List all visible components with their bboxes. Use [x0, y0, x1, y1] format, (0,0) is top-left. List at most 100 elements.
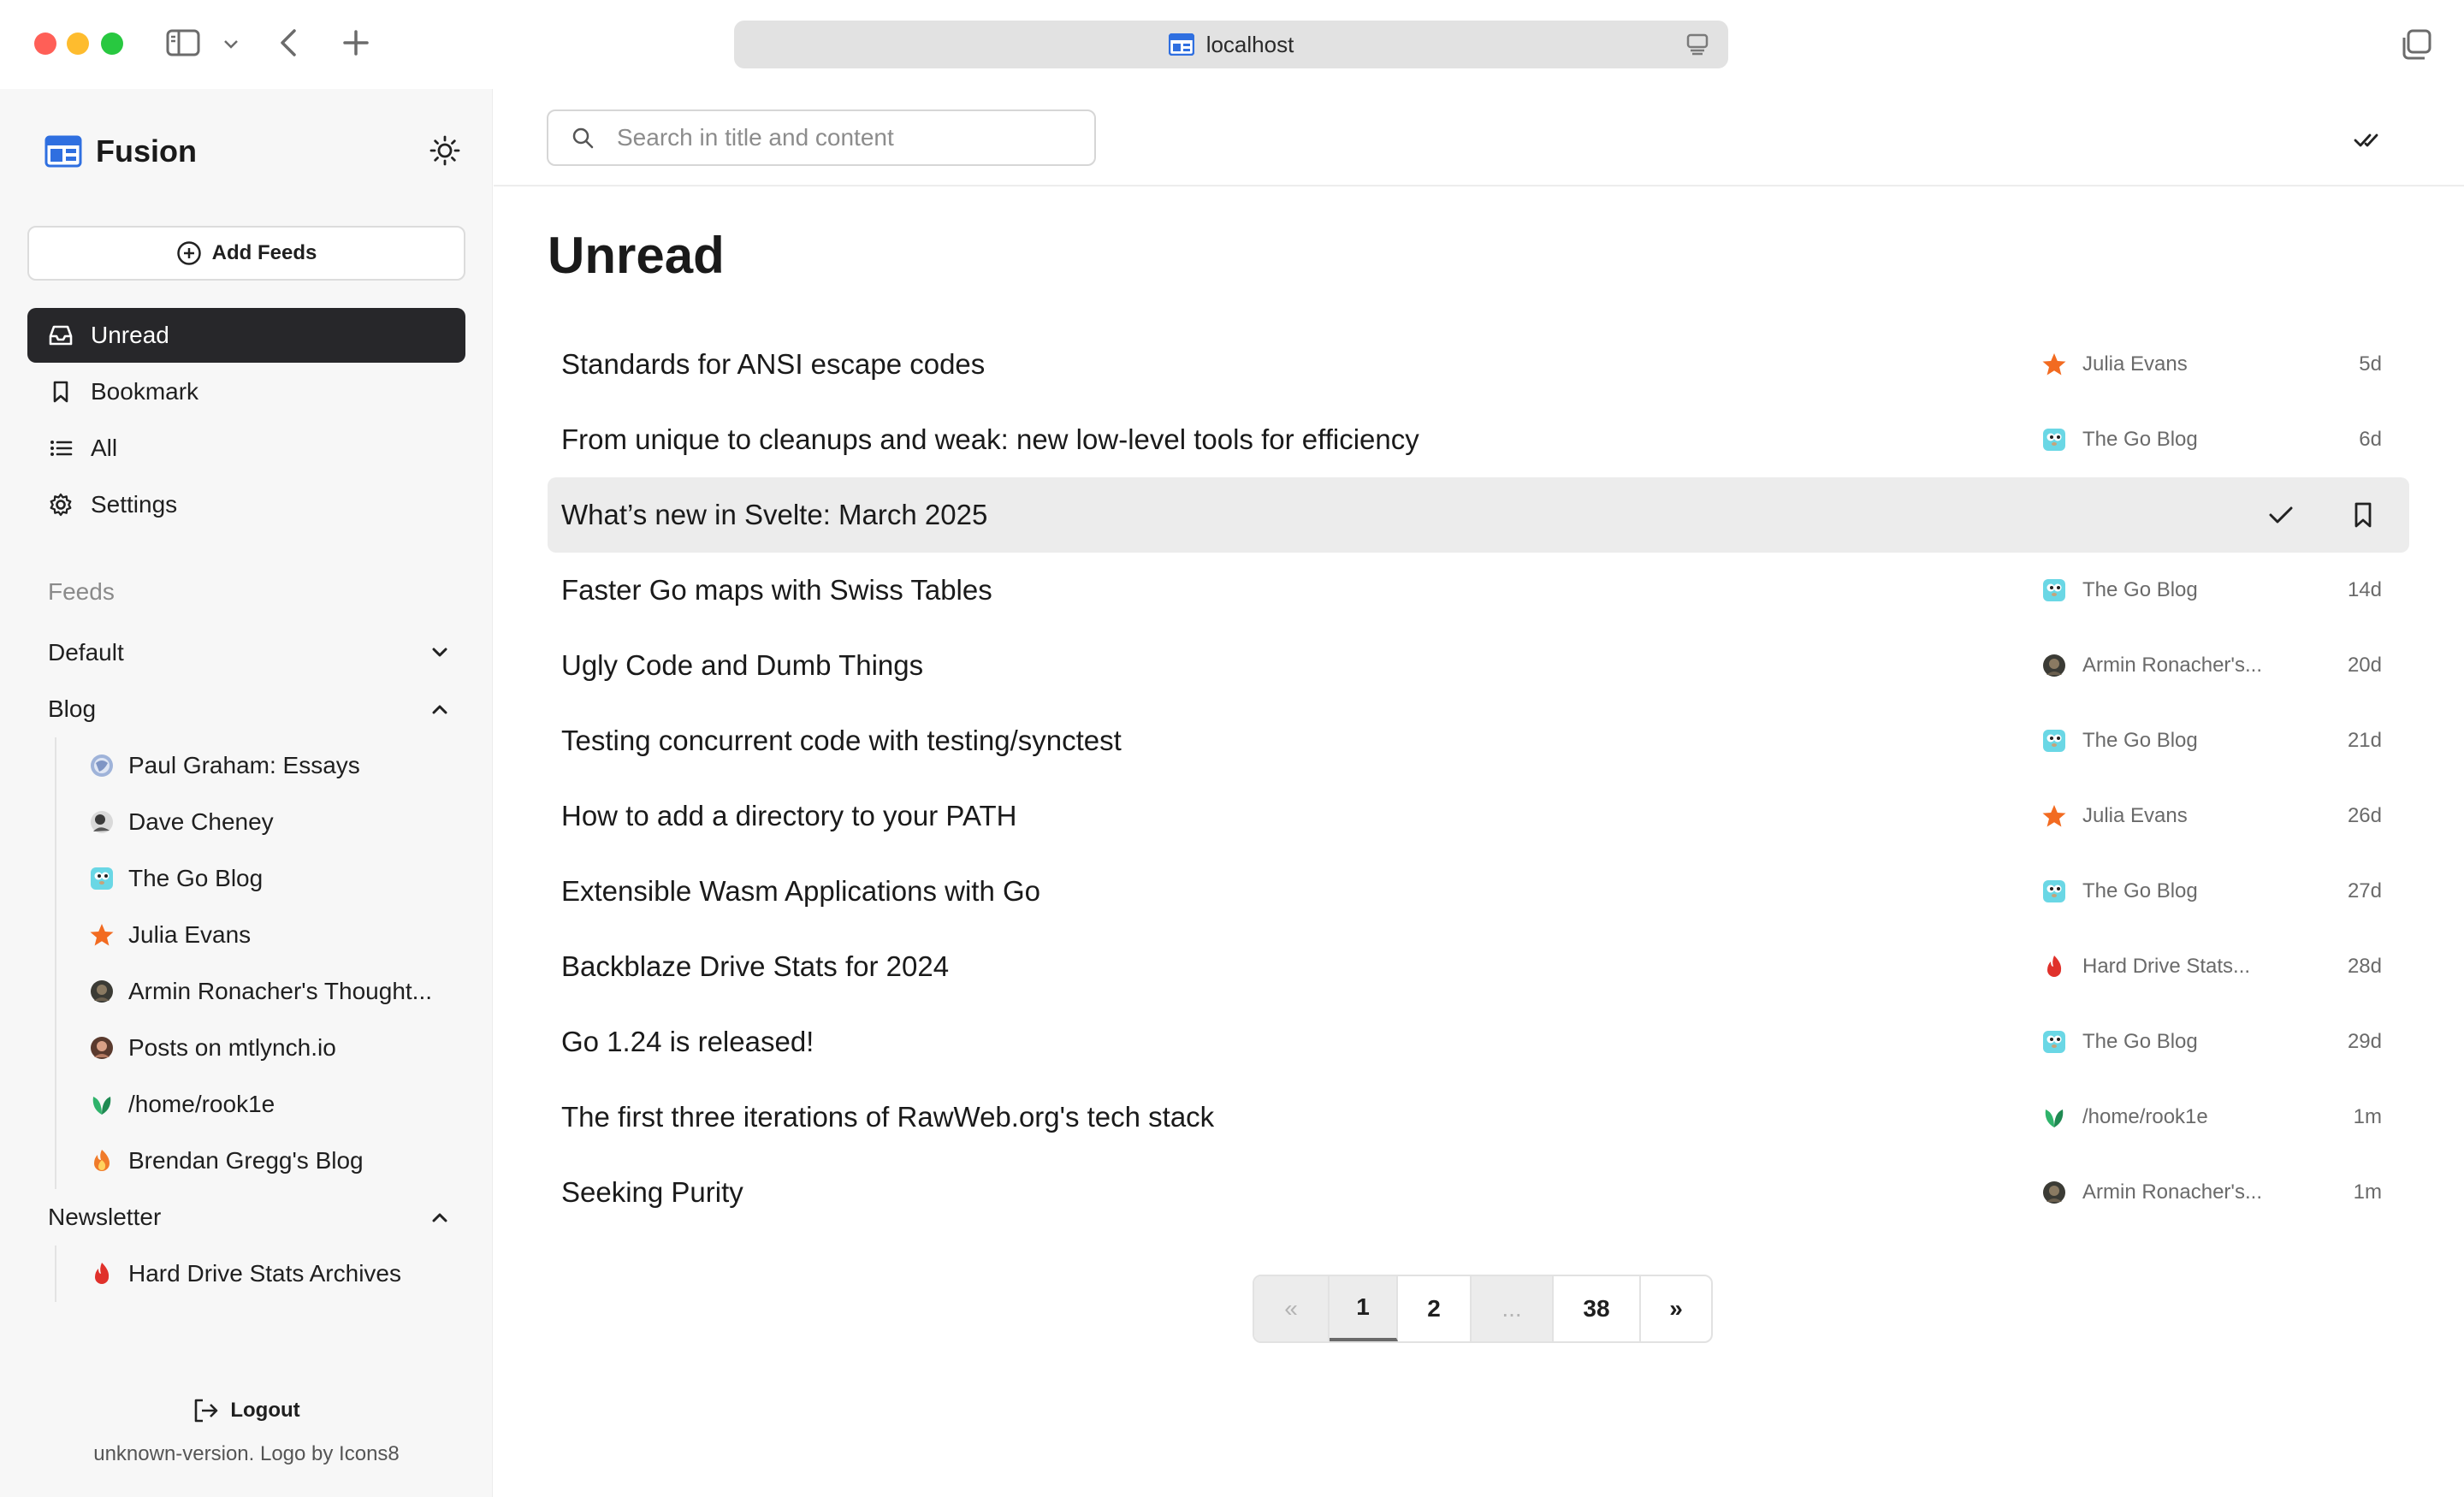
avatar-icon	[89, 979, 115, 1004]
main-topbar	[494, 89, 2464, 186]
tab-overview-icon[interactable]	[2397, 26, 2435, 63]
item-age: 27d	[2347, 879, 2382, 902]
item-age: 14d	[2347, 578, 2382, 601]
chevron-up-icon[interactable]	[431, 703, 448, 715]
feed-name: Brendan Gregg's Blog	[128, 1147, 364, 1174]
group-default[interactable]: Default	[27, 624, 465, 681]
address-bar[interactable]: localhost	[734, 21, 1728, 68]
nav-label-all: All	[91, 435, 118, 461]
leaf-icon	[2041, 1104, 2067, 1130]
globe-icon	[89, 753, 115, 778]
item-row[interactable]: Testing concurrent code with testing/syn…	[548, 703, 2409, 778]
group-name: Blog	[48, 695, 97, 722]
mark-read-check-icon[interactable]	[2264, 498, 2298, 532]
add-feeds-button[interactable]: Add Feeds	[27, 226, 465, 281]
pagination-prev-button[interactable]: «	[1254, 1276, 1330, 1341]
sidebar-toggle-icon[interactable]	[164, 27, 202, 58]
avatar-icon	[89, 809, 115, 835]
nav-item-all[interactable]: All	[27, 421, 465, 476]
pagination-page-button[interactable]: 1	[1330, 1276, 1398, 1341]
star-icon	[2041, 803, 2067, 829]
item-row[interactable]: Ugly Code and Dumb Things Armin Ronacher'…	[548, 628, 2409, 703]
feed-name: Dave Cheney	[128, 808, 274, 835]
avatar-icon	[2041, 653, 2067, 678]
star-icon	[2041, 352, 2067, 377]
item-row[interactable]: Seeking Purity Armin Ronacher's... 1m	[548, 1155, 2409, 1230]
item-age: 28d	[2347, 955, 2382, 978]
item-age: 6d	[2359, 428, 2382, 451]
chevron-up-icon[interactable]	[431, 1211, 448, 1223]
flame-icon	[89, 1261, 115, 1287]
leaf-icon	[89, 1092, 115, 1117]
pagination-page-button[interactable]: 38	[1554, 1276, 1641, 1341]
nav-label-unread: Unread	[91, 322, 169, 348]
theme-toggle-sun-icon[interactable]	[428, 133, 462, 168]
item-source-name: /home/rook1e	[2082, 1105, 2208, 1128]
new-tab-plus-icon[interactable]	[339, 26, 373, 60]
feed-item[interactable]: Julia Evans	[89, 907, 465, 963]
feed-item[interactable]: Hard Drive Stats Archives	[89, 1246, 465, 1302]
item-age: 1m	[2353, 1105, 2382, 1128]
gopher-icon	[2041, 879, 2067, 904]
chevron-down-icon[interactable]	[221, 34, 241, 55]
pagination: « 1 2 ... 38 »	[1253, 1275, 1713, 1343]
bookmark-icon	[48, 380, 74, 404]
item-source-name: The Go Blog	[2082, 578, 2198, 601]
chevron-down-icon[interactable]	[431, 647, 448, 659]
feed-name: The Go Blog	[128, 865, 264, 891]
item-row[interactable]: Backblaze Drive Stats for 2024 Hard Drive…	[548, 929, 2409, 1004]
group-blog[interactable]: Blog	[27, 681, 465, 737]
pagination-page-button[interactable]: 2	[1398, 1276, 1472, 1341]
feed-item[interactable]: Brendan Gregg's Blog	[89, 1133, 465, 1189]
zoom-window-button[interactable]	[101, 33, 123, 55]
item-source: The Go Blog	[2041, 427, 2198, 453]
feed-item[interactable]: The Go Blog	[89, 850, 465, 907]
item-row[interactable]: Faster Go maps with Swiss Tables The Go B…	[548, 553, 2409, 628]
group-newsletter[interactable]: Newsletter	[27, 1189, 465, 1246]
item-age: 20d	[2347, 654, 2382, 677]
add-feeds-label: Add Feeds	[211, 241, 317, 264]
address-text: localhost	[1205, 31, 1294, 57]
item-row[interactable]: From unique to cleanups and weak: new lo…	[548, 402, 2409, 477]
item-row[interactable]: The first three iterations of RawWeb.org…	[548, 1080, 2409, 1155]
pagination-next-button[interactable]: »	[1641, 1276, 1711, 1341]
search-input[interactable]	[617, 124, 1079, 151]
back-arrow-icon[interactable]	[275, 26, 301, 60]
feed-item[interactable]: Paul Graham: Essays	[89, 737, 465, 794]
feed-item[interactable]: /home/rook1e	[89, 1076, 465, 1133]
logout-button[interactable]: Logout	[0, 1398, 493, 1423]
item-row[interactable]: Go 1.24 is released! The Go Blog 29d	[548, 1004, 2409, 1080]
main-nav: Unread Bookmark All Settings	[27, 308, 465, 534]
nav-item-unread[interactable]: Unread	[27, 308, 465, 363]
mark-all-read-double-check-icon[interactable]	[2351, 123, 2385, 157]
item-age: 21d	[2347, 729, 2382, 752]
feed-item[interactable]: Armin Ronacher's Thought...	[89, 963, 465, 1020]
item-row[interactable]: Standards for ANSI escape codes Julia Eva…	[548, 327, 2409, 402]
item-source: The Go Blog	[2041, 728, 2198, 754]
item-title[interactable]: What’s new in Svelte: March 2025	[561, 499, 2409, 531]
gopher-icon	[2041, 427, 2067, 453]
feed-name: Julia Evans	[128, 921, 252, 948]
plus-circle-icon	[176, 240, 202, 266]
app-brand[interactable]: Fusion	[44, 133, 197, 169]
item-row[interactable]: Extensible Wasm Applications with Go The …	[548, 854, 2409, 929]
nav-label-bookmark: Bookmark	[91, 378, 199, 405]
nav-item-bookmark[interactable]: Bookmark	[27, 364, 465, 419]
feed-item[interactable]: Dave Cheney	[89, 794, 465, 850]
item-row[interactable]: What’s new in Svelte: March 2025	[548, 477, 2409, 553]
reader-mode-icon[interactable]	[1685, 33, 1709, 56]
inbox-icon	[48, 323, 74, 347]
minimize-window-button[interactable]	[67, 33, 89, 55]
item-source-name: Julia Evans	[2082, 352, 2188, 376]
bookmark-icon[interactable]	[2346, 498, 2380, 532]
version-text: unknown-version. Logo by Icons8	[93, 1442, 400, 1465]
group-name: Default	[48, 639, 124, 666]
nav-item-settings[interactable]: Settings	[27, 477, 465, 532]
gopher-icon	[2041, 1029, 2067, 1055]
item-row[interactable]: How to add a directory to your PATH Julia…	[548, 778, 2409, 854]
close-window-button[interactable]	[34, 33, 56, 55]
feed-name: Hard Drive Stats Archives	[128, 1260, 401, 1287]
feed-item[interactable]: Posts on mtlynch.io	[89, 1020, 465, 1076]
gear-icon	[48, 492, 74, 518]
search-box[interactable]	[547, 109, 1096, 166]
